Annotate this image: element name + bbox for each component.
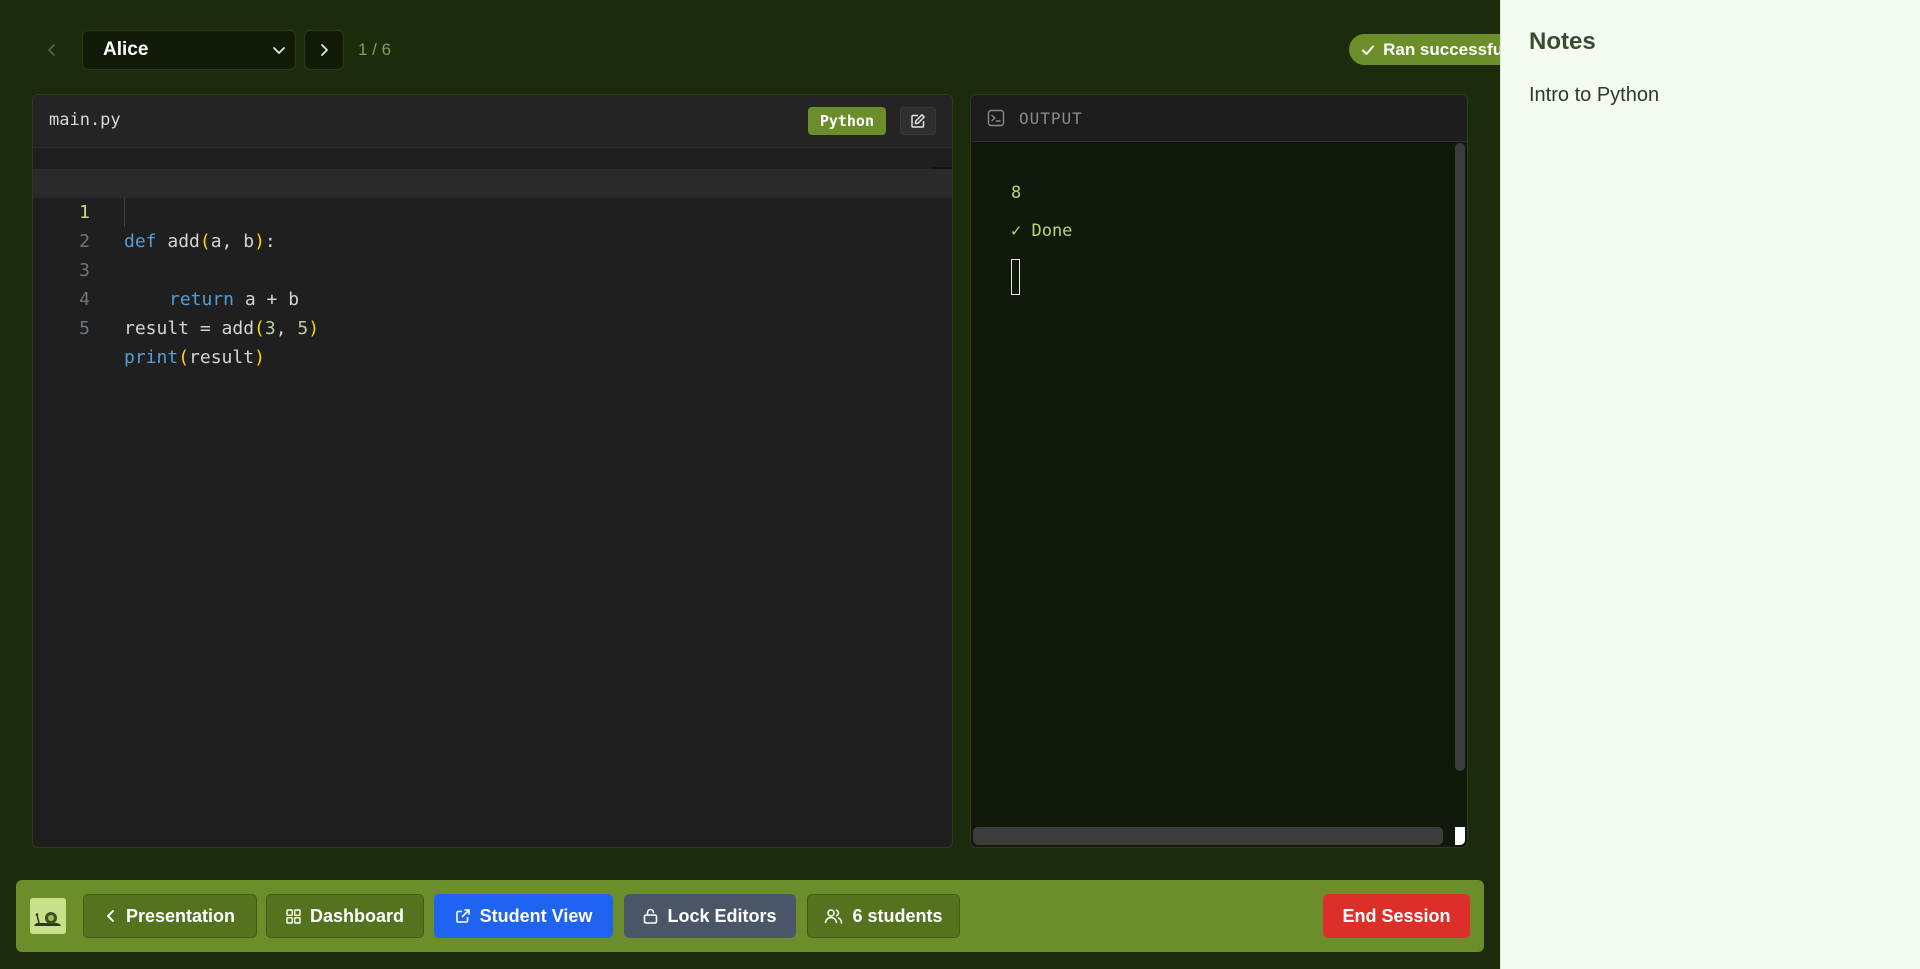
code-token: 5 xyxy=(297,318,309,339)
notes-sidebar: Notes Intro to Python xyxy=(1500,0,1920,969)
previous-student-button[interactable] xyxy=(32,30,72,70)
code-line: 1 def add(a, b): xyxy=(33,169,952,252)
scrollbar-corner xyxy=(1455,827,1465,845)
student-counter: 1 / 6 xyxy=(358,40,392,59)
notes-content[interactable]: Intro to Python xyxy=(1529,84,1659,107)
code-line: 4 result = add(3, 5) xyxy=(33,256,952,339)
chevron-left-icon xyxy=(107,910,114,922)
code-token: print xyxy=(124,347,179,368)
end-session-button-label: End Session xyxy=(1342,905,1451,926)
student-view-button-label: Student View xyxy=(479,905,593,926)
code-line: 3 xyxy=(33,227,952,281)
external-link-icon xyxy=(455,909,470,923)
terminal-cursor xyxy=(1011,259,1020,295)
edit-button[interactable] xyxy=(900,107,936,135)
dashboard-button-label: Dashboard xyxy=(309,905,405,926)
dashboard-button[interactable]: Dashboard xyxy=(266,894,424,938)
chevron-right-icon xyxy=(321,44,328,56)
output-title: OUTPUT xyxy=(1019,109,1083,128)
check-icon xyxy=(1362,45,1375,55)
student-select[interactable]: Alice xyxy=(82,30,296,70)
code-token: result xyxy=(189,347,255,368)
output-line: ✓ Done xyxy=(1011,221,1073,241)
users-icon xyxy=(825,909,843,924)
code-line: 2 return a + b xyxy=(33,198,952,310)
editor-header: main.py Python xyxy=(33,95,952,148)
code-line: 5 print(result) xyxy=(33,285,952,368)
end-session-button[interactable]: End Session xyxy=(1323,894,1470,938)
chevron-left-icon xyxy=(48,44,55,56)
output-panel: OUTPUT 8 ✓ Done xyxy=(970,94,1468,848)
file-name: main.py xyxy=(49,110,121,130)
output-line: 8 xyxy=(1011,183,1022,203)
students-count-label: 6 students xyxy=(852,905,943,926)
student-view-button[interactable]: Student View xyxy=(434,894,613,938)
horizontal-scrollbar[interactable] xyxy=(973,827,1443,845)
code-token: ( xyxy=(254,318,265,339)
code-token: ) xyxy=(254,347,265,368)
language-badge: Python xyxy=(807,107,886,135)
lock-editors-button[interactable]: Lock Editors xyxy=(624,894,796,938)
student-nav-bar: Alice 1 / 6 Ran successfully xyxy=(32,30,1536,70)
notes-title: Notes xyxy=(1529,28,1596,55)
edit-icon xyxy=(911,114,925,128)
output-header: OUTPUT xyxy=(971,95,1467,142)
snail-logo-icon xyxy=(30,898,66,934)
indent-guide xyxy=(124,198,125,227)
code-area[interactable]: 1 def add(a, b): 2 return a + b 3 4 resu… xyxy=(33,169,952,368)
presentation-button-label: Presentation xyxy=(125,905,236,926)
output-console[interactable]: 8 ✓ Done xyxy=(1011,183,1072,295)
unlock-icon xyxy=(644,908,658,924)
session-toolbar: Presentation Dashboard Student View Lock… xyxy=(16,880,1484,952)
students-count-button[interactable]: 6 students xyxy=(807,894,960,938)
code-token: result = add xyxy=(124,318,255,339)
lock-editors-button-label: Lock Editors xyxy=(667,905,777,926)
code-token: ( xyxy=(178,347,190,368)
code-token: , xyxy=(275,318,298,339)
vertical-scrollbar[interactable] xyxy=(1455,143,1465,771)
code-token: 3 xyxy=(264,318,276,339)
code-editor-panel: main.py Python 1 def add(a, b): 2 return… xyxy=(32,94,953,848)
line-number: 5 xyxy=(79,318,90,339)
next-student-button[interactable] xyxy=(304,30,344,70)
app-logo xyxy=(30,898,66,934)
terminal-icon xyxy=(987,109,1005,127)
grid-icon xyxy=(286,908,301,924)
code-token: ) xyxy=(308,318,320,339)
presentation-button[interactable]: Presentation xyxy=(83,894,257,938)
chevron-down-icon xyxy=(273,47,285,54)
student-select-value: Alice xyxy=(103,39,149,60)
